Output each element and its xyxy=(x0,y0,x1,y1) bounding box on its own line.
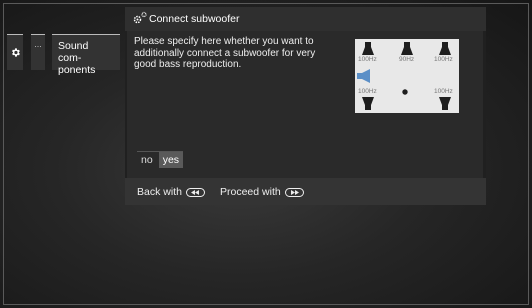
speaker-rear-left-label: 100Hz xyxy=(358,88,377,95)
breadcrumb-more-label: ... xyxy=(34,39,42,49)
speaker-front-right-label: 100Hz xyxy=(434,56,453,63)
proceed-hint[interactable]: Proceed with xyxy=(220,186,304,198)
option-no[interactable]: no xyxy=(137,152,157,168)
dialog-header: Connect subwoofer xyxy=(125,7,486,31)
dialog-footer: Back with Proceed with xyxy=(125,178,486,205)
speaker-front-left-label: 100Hz xyxy=(358,56,377,63)
dialog-description: Please specify here whether you want to … xyxy=(134,36,316,70)
dialog-body: Please specify here whether you want to … xyxy=(127,31,483,178)
breadcrumb-divider xyxy=(31,34,45,35)
breadcrumb-sound-components[interactable]: Sound com-ponents xyxy=(52,34,120,76)
dialog-title: Connect subwoofer xyxy=(149,13,240,25)
proceed-label: Proceed with xyxy=(220,186,281,198)
speaker-rear-right-label: 100Hz xyxy=(434,88,453,95)
speaker-center-icon xyxy=(401,42,413,55)
speaker-front-left-icon xyxy=(362,42,374,55)
speaker-front-right-icon xyxy=(439,42,451,55)
gears-icon xyxy=(133,11,147,24)
breadcrumb-divider xyxy=(52,34,120,35)
breadcrumb-divider xyxy=(7,34,23,35)
speaker-layout-diagram: 100Hz 90Hz 100Hz 100Hz 100Hz xyxy=(355,39,459,113)
speaker-center-label: 90Hz xyxy=(399,56,415,63)
subwoofer-speaker-icon xyxy=(357,69,370,83)
listener-position-icon xyxy=(402,89,408,95)
speaker-rear-left-icon xyxy=(362,97,374,110)
back-hint[interactable]: Back with xyxy=(137,186,205,198)
gear-icon xyxy=(11,47,20,57)
breadcrumb-more[interactable]: ... xyxy=(31,34,45,70)
connect-subwoofer-dialog: Connect subwoofer Please specify here wh… xyxy=(125,7,486,205)
breadcrumb-settings[interactable] xyxy=(7,34,23,70)
speaker-rear-right-icon xyxy=(439,97,451,110)
subwoofer-toggle[interactable]: no yes xyxy=(137,151,184,168)
forward-key-icon xyxy=(284,187,304,197)
option-yes[interactable]: yes xyxy=(158,152,184,168)
rewind-key-icon xyxy=(185,187,205,197)
back-label: Back with xyxy=(137,186,182,198)
breadcrumb-sound-label: Sound com-ponents xyxy=(58,40,96,76)
